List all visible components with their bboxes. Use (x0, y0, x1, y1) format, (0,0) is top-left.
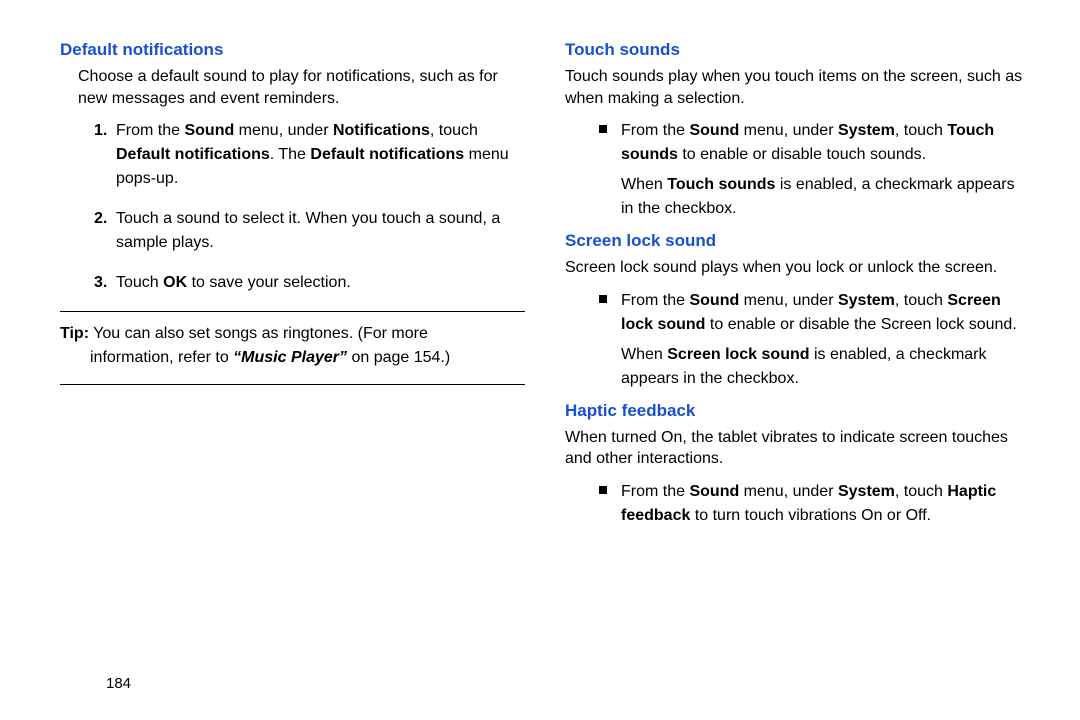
step-1: From the Sound menu, under Notifications… (94, 119, 525, 191)
intro-haptic-feedback: When turned On, the tablet vibrates to i… (565, 427, 1030, 470)
step-2: Touch a sound to select it. When you tou… (94, 207, 525, 255)
bullet-haptic-feedback: From the Sound menu, under System, touch… (599, 480, 1030, 528)
steps-default-notifications: From the Sound menu, under Notifications… (60, 119, 525, 295)
bullet-screen-lock-sound: From the Sound menu, under System, touch… (599, 289, 1030, 391)
page-number: 184 (106, 675, 131, 692)
bullet-touch-sounds: From the Sound menu, under System, touch… (599, 119, 1030, 221)
intro-screen-lock-sound: Screen lock sound plays when you lock or… (565, 257, 1030, 279)
tip-text: You can also set songs as ringtones. (Fo… (89, 325, 428, 342)
sub-touch-sounds: When Touch sounds is enabled, a checkmar… (621, 173, 1030, 221)
heading-haptic-feedback: Haptic feedback (565, 401, 1030, 421)
bullets-haptic-feedback: From the Sound menu, under System, touch… (565, 480, 1030, 528)
tip-block: Tip: You can also set songs as ringtones… (60, 311, 525, 385)
heading-screen-lock-sound: Screen lock sound (565, 231, 1030, 251)
intro-default-notifications: Choose a default sound to play for notif… (60, 66, 525, 109)
heading-default-notifications: Default notifications (60, 40, 525, 60)
step-3: Touch OK to save your selection. (94, 271, 525, 295)
bullets-screen-lock-sound: From the Sound menu, under System, touch… (565, 289, 1030, 391)
intro-touch-sounds: Touch sounds play when you touch items o… (565, 66, 1030, 109)
heading-touch-sounds: Touch sounds (565, 40, 1030, 60)
sub-screen-lock-sound: When Screen lock sound is enabled, a che… (621, 343, 1030, 391)
tip-continuation: information, refer to “Music Player” on … (60, 346, 525, 370)
bullets-touch-sounds: From the Sound menu, under System, touch… (565, 119, 1030, 221)
left-column: Default notifications Choose a default s… (60, 40, 525, 720)
tip-label: Tip: (60, 325, 89, 342)
manual-page: Default notifications Choose a default s… (0, 0, 1080, 720)
right-column: Touch sounds Touch sounds play when you … (565, 40, 1030, 720)
